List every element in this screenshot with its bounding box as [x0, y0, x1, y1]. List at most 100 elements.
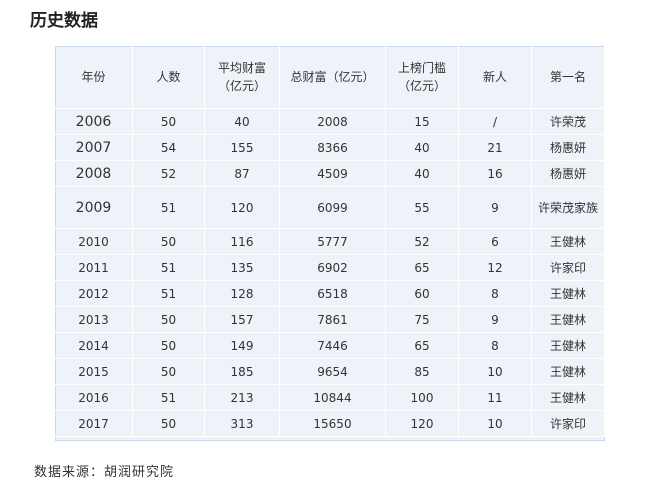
- cell-newcomers: 11: [459, 385, 532, 411]
- cell-count: 52: [133, 161, 205, 187]
- table-header-row: 年份 人数 平均财富 （亿元） 总财富（亿元） 上榜门槛 （亿元） 新人 第一名: [55, 46, 605, 109]
- cell-top-rank: 王健林: [532, 333, 605, 359]
- cell-top-rank: 王健林: [532, 229, 605, 255]
- cell-newcomers: 10: [459, 359, 532, 385]
- header-avg-wealth: 平均财富 （亿元）: [205, 46, 280, 109]
- cell-year: 2006: [55, 109, 133, 135]
- cell-total-wealth: 9654: [280, 359, 386, 385]
- cell-top-rank: 杨惠妍: [532, 161, 605, 187]
- cell-threshold: 65: [386, 333, 459, 359]
- cell-total-wealth: 5777: [280, 229, 386, 255]
- table-row: 2007 54 155 8366 40 21 杨惠妍: [55, 135, 605, 161]
- cell-newcomers: 10: [459, 411, 532, 437]
- table-row: 2006 50 40 2008 15 / 许荣茂: [55, 109, 605, 135]
- cell-total-wealth: 6099: [280, 187, 386, 229]
- cell-threshold: 85: [386, 359, 459, 385]
- cell-year: 2009: [55, 187, 133, 229]
- cell-year: 2013: [55, 307, 133, 333]
- cell-year: 2012: [55, 281, 133, 307]
- cell-threshold: 75: [386, 307, 459, 333]
- cell-top-rank: 王健林: [532, 385, 605, 411]
- cell-threshold: 60: [386, 281, 459, 307]
- cell-threshold: 40: [386, 135, 459, 161]
- table-row: 2016 51 213 10844 100 11 王健林: [55, 385, 605, 411]
- cell-total-wealth: 8366: [280, 135, 386, 161]
- table-row: 2014 50 149 7446 65 8 王健林: [55, 333, 605, 359]
- table-row: 2017 50 313 15650 120 10 许家印: [55, 411, 605, 437]
- cell-total-wealth: 4509: [280, 161, 386, 187]
- cell-count: 50: [133, 109, 205, 135]
- cell-year: 2015: [55, 359, 133, 385]
- cell-total-wealth: 2008: [280, 109, 386, 135]
- cell-top-rank: 杨惠妍: [532, 135, 605, 161]
- history-data-table: 年份 人数 平均财富 （亿元） 总财富（亿元） 上榜门槛 （亿元） 新人 第一名…: [55, 46, 605, 437]
- cell-newcomers: 9: [459, 187, 532, 229]
- cell-threshold: 15: [386, 109, 459, 135]
- cell-avg-wealth: 87: [205, 161, 280, 187]
- cell-avg-wealth: 313: [205, 411, 280, 437]
- cell-total-wealth: 7446: [280, 333, 386, 359]
- cell-count: 51: [133, 255, 205, 281]
- cell-total-wealth: 6902: [280, 255, 386, 281]
- cell-total-wealth: 10844: [280, 385, 386, 411]
- cell-top-rank: 许家印: [532, 411, 605, 437]
- cell-top-rank: 许家印: [532, 255, 605, 281]
- cell-top-rank: 王健林: [532, 307, 605, 333]
- table-row: 2012 51 128 6518 60 8 王健林: [55, 281, 605, 307]
- cell-avg-wealth: 149: [205, 333, 280, 359]
- cell-count: 50: [133, 307, 205, 333]
- cell-newcomers: 16: [459, 161, 532, 187]
- table-row: 2009 51 120 6099 55 9 许荣茂家族: [55, 187, 605, 229]
- cell-year: 2008: [55, 161, 133, 187]
- cell-top-rank: 许荣茂家族: [532, 187, 605, 229]
- table-row: 2011 51 135 6902 65 12 许家印: [55, 255, 605, 281]
- table-row: 2013 50 157 7861 75 9 王健林: [55, 307, 605, 333]
- table-row: 2010 50 116 5777 52 6 王健林: [55, 229, 605, 255]
- header-count: 人数: [133, 46, 205, 109]
- cell-count: 50: [133, 333, 205, 359]
- cell-count: 50: [133, 229, 205, 255]
- source-note: 数据来源：胡润研究院: [34, 465, 175, 480]
- table-row: 2015 50 185 9654 85 10 王健林: [55, 359, 605, 385]
- cell-total-wealth: 6518: [280, 281, 386, 307]
- cell-newcomers: /: [459, 109, 532, 135]
- header-threshold: 上榜门槛 （亿元）: [386, 46, 459, 109]
- cell-count: 50: [133, 411, 205, 437]
- cell-avg-wealth: 155: [205, 135, 280, 161]
- cell-newcomers: 8: [459, 333, 532, 359]
- cell-total-wealth: 7861: [280, 307, 386, 333]
- cell-newcomers: 8: [459, 281, 532, 307]
- cell-avg-wealth: 157: [205, 307, 280, 333]
- header-newcomers: 新人: [459, 46, 532, 109]
- cell-avg-wealth: 40: [205, 109, 280, 135]
- cell-avg-wealth: 116: [205, 229, 280, 255]
- header-total-wealth: 总财富（亿元）: [280, 46, 386, 109]
- cell-newcomers: 6: [459, 229, 532, 255]
- cell-threshold: 100: [386, 385, 459, 411]
- cell-count: 54: [133, 135, 205, 161]
- cell-avg-wealth: 135: [205, 255, 280, 281]
- cell-newcomers: 12: [459, 255, 532, 281]
- cell-year: 2014: [55, 333, 133, 359]
- header-top-rank: 第一名: [532, 46, 605, 109]
- cell-count: 51: [133, 281, 205, 307]
- cell-newcomers: 9: [459, 307, 532, 333]
- cell-year: 2011: [55, 255, 133, 281]
- table-row: 2008 52 87 4509 40 16 杨惠妍: [55, 161, 605, 187]
- cell-threshold: 40: [386, 161, 459, 187]
- cell-threshold: 65: [386, 255, 459, 281]
- cell-year: 2007: [55, 135, 133, 161]
- cell-threshold: 52: [386, 229, 459, 255]
- header-year: 年份: [55, 46, 133, 109]
- cell-threshold: 120: [386, 411, 459, 437]
- cell-top-rank: 许荣茂: [532, 109, 605, 135]
- cell-avg-wealth: 185: [205, 359, 280, 385]
- cell-top-rank: 王健林: [532, 359, 605, 385]
- cell-newcomers: 21: [459, 135, 532, 161]
- cell-count: 50: [133, 359, 205, 385]
- cell-year: 2010: [55, 229, 133, 255]
- cell-year: 2017: [55, 411, 133, 437]
- cell-count: 51: [133, 385, 205, 411]
- cell-count: 51: [133, 187, 205, 229]
- cell-avg-wealth: 120: [205, 187, 280, 229]
